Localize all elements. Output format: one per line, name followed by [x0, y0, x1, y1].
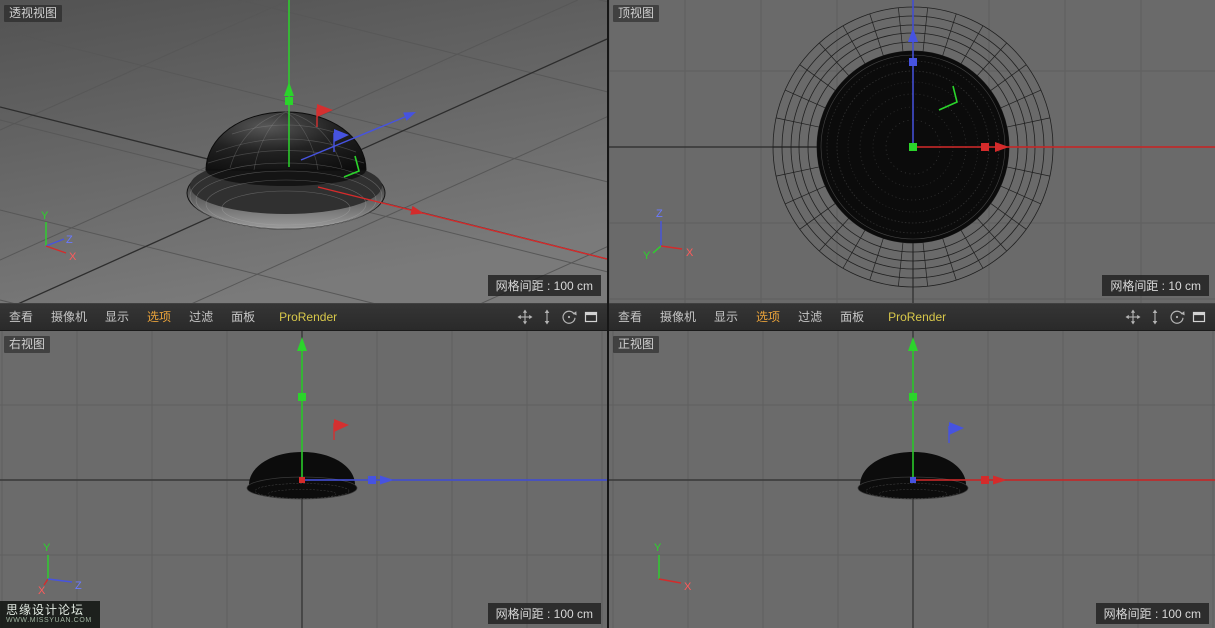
front-canvas: Y X [609, 331, 1215, 628]
watermark-url: WWW.MISSYUAN.COM [6, 617, 92, 625]
axis-label-x: X [686, 247, 694, 259]
pan-view-icon[interactable] [516, 308, 534, 326]
toggle-layout-icon[interactable] [1190, 308, 1208, 326]
viewport-label: 顶视图 [613, 5, 659, 22]
axis-label-y: Y [643, 250, 651, 262]
top-canvas: Z Y X [609, 0, 1215, 303]
axis-label-x: X [38, 585, 46, 597]
viewport-label: 右视图 [4, 336, 50, 353]
grid-spacing-badge: 网格间距 : 100 cm [1096, 603, 1209, 624]
menu-item-options[interactable]: 选项 [138, 304, 180, 330]
axis-label-y: Y [43, 542, 51, 554]
rotate-view-icon[interactable] [1168, 308, 1186, 326]
zoom-view-icon[interactable] [538, 308, 556, 326]
viewport-label: 正视图 [613, 336, 659, 353]
axis-label-z: Z [66, 234, 73, 246]
menu-item-view[interactable]: 查看 [0, 304, 42, 330]
axis-label-z: Z [75, 580, 82, 592]
grid-spacing-badge: 网格间距 : 100 cm [488, 275, 601, 296]
menu-item-view[interactable]: 查看 [609, 304, 651, 330]
perspective-canvas: Y Z X [0, 0, 607, 303]
z-axis-dot-handle[interactable] [910, 477, 916, 483]
menu-item-prorender[interactable]: ProRender [270, 304, 346, 330]
viewport-menubar-left: 查看 摄像机 显示 选项 过滤 面板 ProRender [0, 303, 607, 331]
viewport-menubar-right: 查看 摄像机 显示 选项 过滤 面板 ProRender [609, 303, 1215, 331]
viewport-label: 透视视图 [4, 5, 62, 22]
app-root: Y Z X 透视视图 网格间距 : 100 cm [0, 0, 1215, 628]
menu-item-options[interactable]: 选项 [747, 304, 789, 330]
watermark-title: 思缘设计论坛 [6, 603, 92, 617]
axis-label-y: Y [41, 210, 49, 222]
viewport-perspective[interactable]: Y Z X 透视视图 网格间距 : 100 cm [0, 0, 607, 303]
menu-item-display[interactable]: 显示 [705, 304, 747, 330]
menu-item-display[interactable]: 显示 [96, 304, 138, 330]
grid-spacing-badge: 网格间距 : 100 cm [488, 603, 601, 624]
object-origin-handle[interactable] [909, 143, 917, 151]
menu-item-camera[interactable]: 摄像机 [651, 304, 705, 330]
watermark: 思缘设计论坛 WWW.MISSYUAN.COM [0, 601, 100, 628]
grid-spacing-badge: 网格间距 : 10 cm [1102, 275, 1209, 296]
viewport-front[interactable]: Y X 正视图 网格间距 : 100 cm [609, 331, 1215, 628]
pan-view-icon[interactable] [1124, 308, 1142, 326]
menu-item-panel[interactable]: 面板 [831, 304, 873, 330]
x-axis-dot-handle[interactable] [299, 477, 305, 483]
menu-item-filter[interactable]: 过滤 [789, 304, 831, 330]
viewport-right[interactable]: Y X Z 右视图 网格间距 : 100 cm [0, 331, 607, 628]
right-canvas: Y X Z [0, 331, 607, 628]
axis-label-x: X [684, 581, 692, 593]
menu-item-camera[interactable]: 摄像机 [42, 304, 96, 330]
zoom-view-icon[interactable] [1146, 308, 1164, 326]
viewport-top[interactable]: Z Y X 顶视图 网格间距 : 10 cm [609, 0, 1215, 303]
menu-item-filter[interactable]: 过滤 [180, 304, 222, 330]
toggle-layout-icon[interactable] [582, 308, 600, 326]
axis-label-z: Z [656, 208, 663, 220]
viewport-nav-icons [516, 308, 600, 326]
menu-item-panel[interactable]: 面板 [222, 304, 264, 330]
menu-item-prorender[interactable]: ProRender [879, 304, 955, 330]
rotate-view-icon[interactable] [560, 308, 578, 326]
viewport-nav-icons [1124, 308, 1208, 326]
axis-label-y: Y [654, 542, 662, 554]
axis-label-x: X [69, 251, 77, 263]
